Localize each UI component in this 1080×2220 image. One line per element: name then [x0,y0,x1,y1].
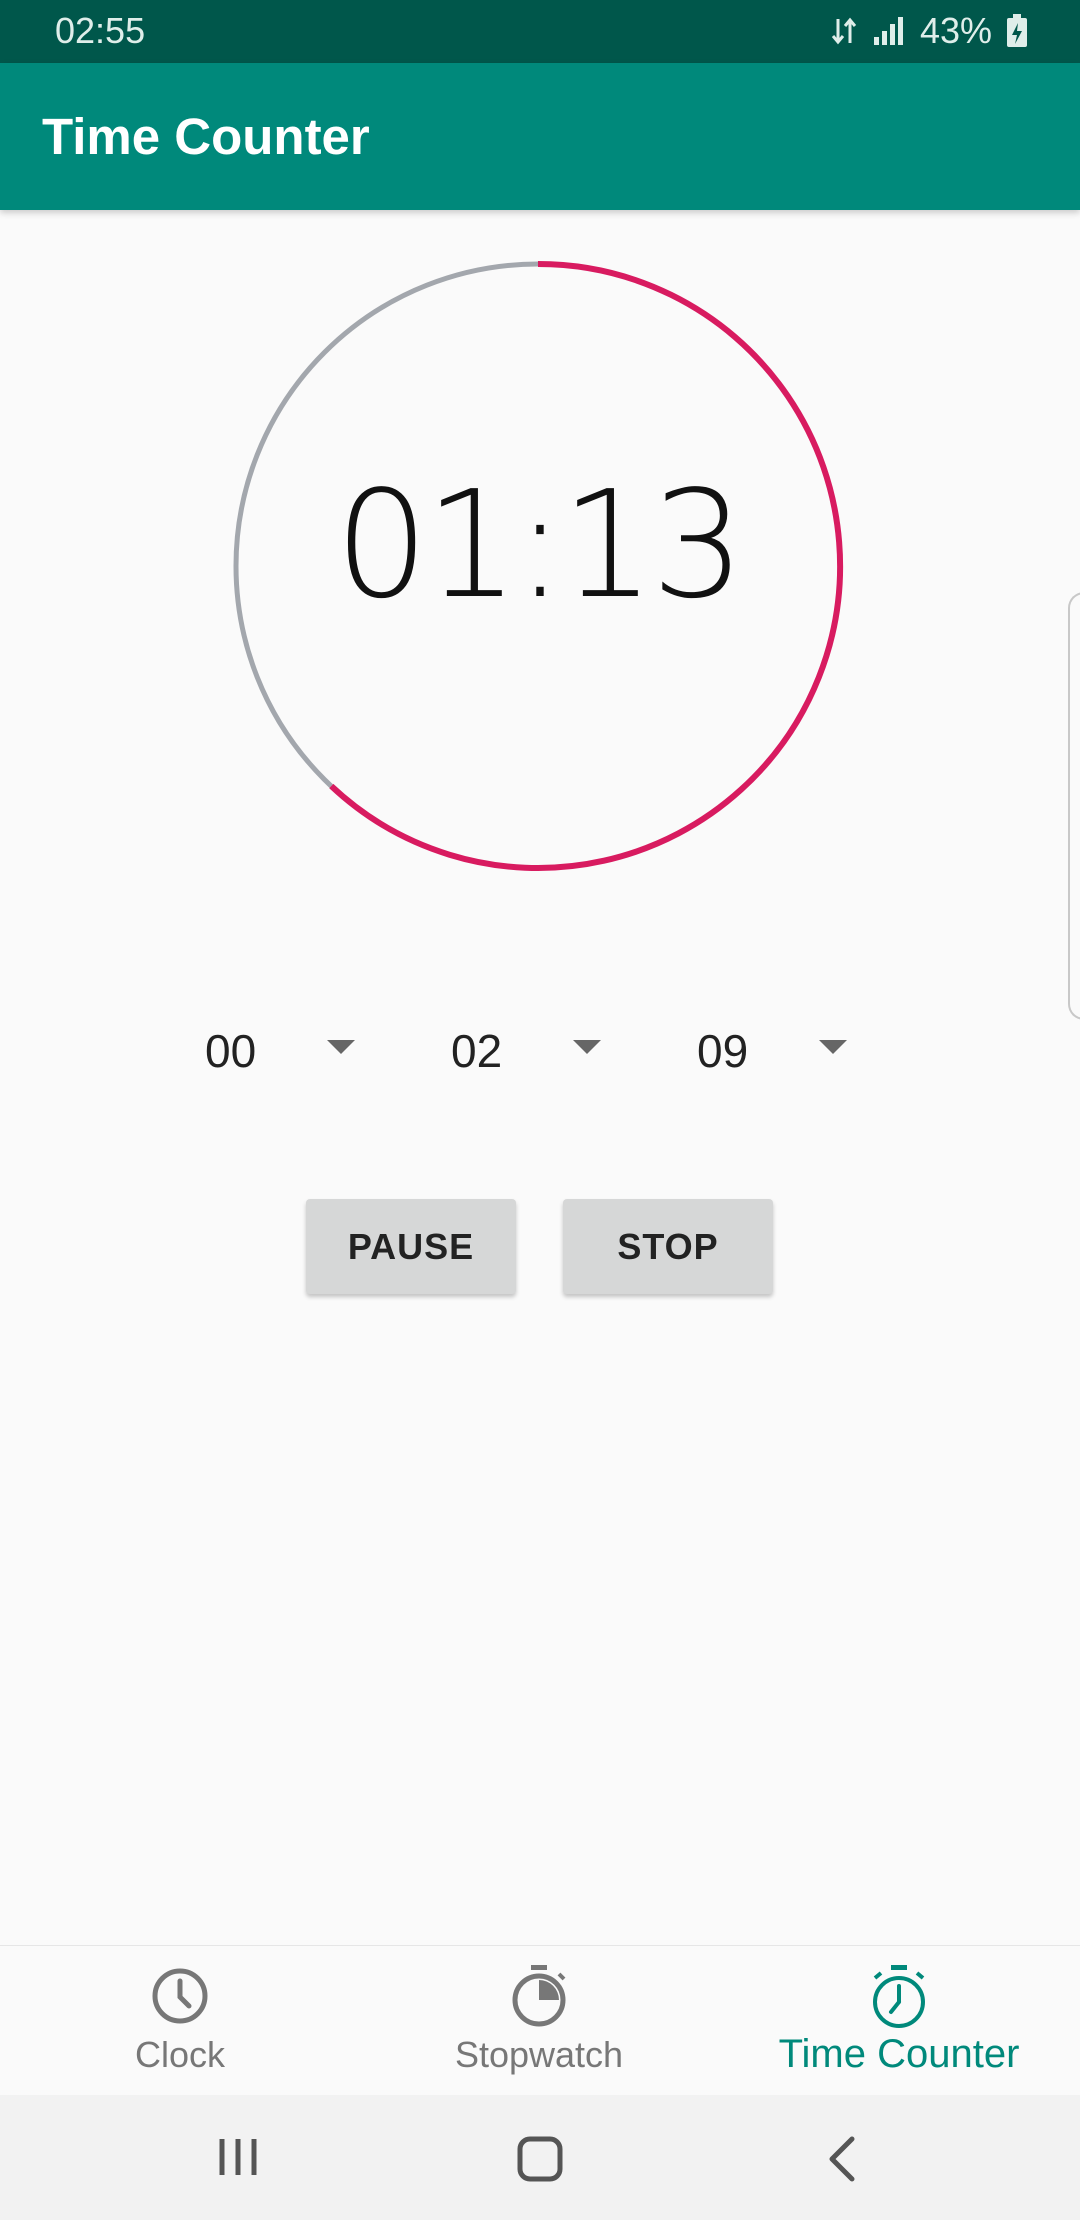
nav-item-stopwatch[interactable]: Stopwatch [359,1946,719,2096]
status-icons: 43% [830,10,1028,52]
dropdown-arrow-icon [573,1040,601,1054]
nav-item-clock[interactable]: Clock [0,1946,360,2096]
data-transfer-icon [830,15,858,47]
seconds-spinner[interactable]: 09 [697,1010,917,1090]
stop-button[interactable]: STOP [563,1199,773,1294]
edge-panel-handle[interactable] [1068,592,1080,1020]
timer-display: 01:13 [334,459,746,631]
stopwatch-icon [512,1965,566,2027]
system-navigation-bar [0,2095,1080,2220]
back-icon[interactable] [822,2135,862,2183]
nav-label-time-counter: Time Counter [778,2032,1020,2076]
nav-label-stopwatch: Stopwatch [454,2034,624,2075]
dropdown-arrow-icon [327,1040,355,1054]
nav-label-clock: Clock [134,2034,226,2075]
bottom-navigation: Clock Stopwatch Time Counter [0,1945,1080,2096]
app-bar: Time Counter [0,63,1080,210]
nav-item-time-counter[interactable]: Time Counter [719,1946,1079,2096]
status-time: 02:55 [55,10,146,51]
home-icon[interactable] [516,2135,564,2183]
recent-apps-icon[interactable] [216,2135,260,2179]
hours-spinner[interactable]: 00 [205,1010,425,1090]
status-bar: 02:55 43% [0,0,1080,63]
hours-value: 00 [205,1025,257,1077]
app-title: Time Counter [42,108,370,165]
minutes-spinner[interactable]: 02 [451,1010,671,1090]
battery-charging-icon [1006,14,1028,48]
timer-icon [873,1965,925,2028]
signal-icon [872,15,906,47]
minutes-value: 02 [451,1025,503,1077]
battery-percent: 43% [919,10,992,51]
pause-button[interactable]: PAUSE [306,1199,516,1294]
clock-icon [152,1968,208,2024]
seconds-value: 09 [697,1025,749,1077]
dropdown-arrow-icon [819,1040,847,1054]
